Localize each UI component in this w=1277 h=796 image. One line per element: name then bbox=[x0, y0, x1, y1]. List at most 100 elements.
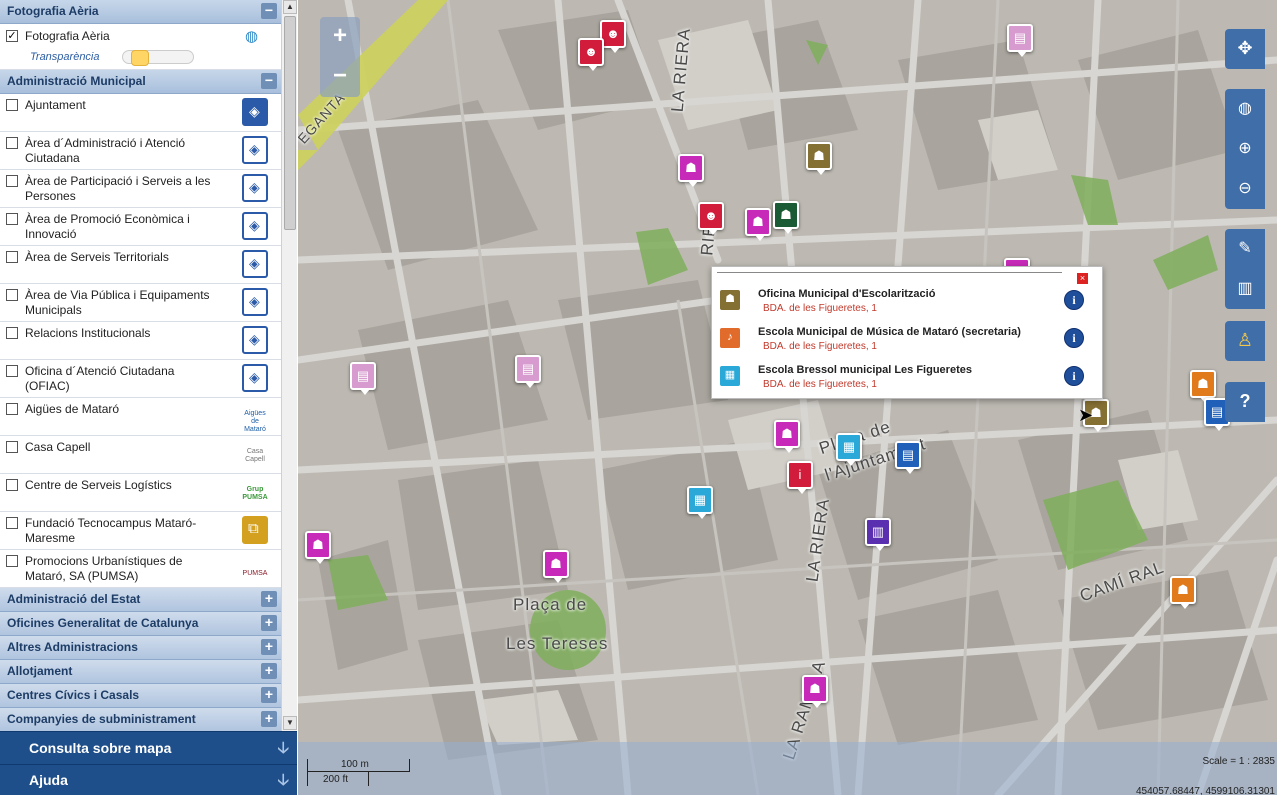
group-title: Oficines Generalitat de Catalunya bbox=[7, 616, 199, 630]
marker-school-icon[interactable]: ☗ bbox=[806, 142, 832, 175]
zoom-in-button[interactable]: + bbox=[320, 17, 360, 57]
shield-icon bbox=[242, 212, 268, 240]
navigation-toolbar: ◍ ⊕ ⊖ bbox=[1225, 89, 1265, 209]
expand-toggle[interactable]: + bbox=[261, 663, 277, 679]
layer-label: Àrea d´Administració i Atenció Ciutadana bbox=[25, 136, 186, 165]
expand-toggle[interactable]: + bbox=[261, 711, 277, 727]
layer-row-area-via-publica: Àrea de Via Pública i Equipaments Munici… bbox=[0, 284, 281, 322]
draw-toolbar: ✎ ▥ bbox=[1225, 229, 1265, 309]
place-label-placa-tereses: Plaça de bbox=[513, 595, 588, 614]
slider-handle[interactable] bbox=[130, 50, 149, 66]
group-header-allotjament[interactable]: Allotjament + bbox=[0, 660, 281, 684]
group-header-administracio-estat[interactable]: Administració del Estat + bbox=[0, 588, 281, 612]
group-header-altres-administracions[interactable]: Altres Administracions + bbox=[0, 636, 281, 660]
map-layers-icon[interactable]: ▥ bbox=[1225, 269, 1265, 309]
layer-checkbox[interactable] bbox=[6, 99, 18, 111]
pencil-icon[interactable]: ✎ bbox=[1225, 229, 1265, 269]
layer-label: Oficina d´Atenció Ciutadana (OFIAC) bbox=[25, 364, 175, 393]
layer-row-pumsa: Promocions Urbanístiques de Mataró, SA (… bbox=[0, 550, 281, 588]
group-header-administracio-municipal[interactable]: Administració Municipal − bbox=[0, 70, 281, 94]
group-header-centres-civics[interactable]: Centres Cívics i Casals + bbox=[0, 684, 281, 708]
layer-row-area-participacio: Àrea de Participació i Serveis a les Per… bbox=[0, 170, 281, 208]
place-label-placa-tereses: Les Tereses bbox=[506, 634, 609, 653]
layer-checkbox[interactable] bbox=[6, 365, 18, 377]
group-title: Altres Administracions bbox=[7, 640, 138, 654]
expand-toggle[interactable]: + bbox=[261, 615, 277, 631]
shield-icon bbox=[242, 250, 268, 278]
nursery-icon: ▦ bbox=[720, 366, 740, 386]
expand-toggle[interactable]: + bbox=[261, 639, 277, 655]
layer-checkbox[interactable] bbox=[6, 441, 18, 453]
marker-school-icon[interactable]: ☗ bbox=[305, 531, 331, 564]
marker-document-icon[interactable]: ▤ bbox=[895, 441, 921, 474]
group-header-oficines-generalitat[interactable]: Oficines Generalitat de Catalunya + bbox=[0, 612, 281, 636]
group-header-companyies-subministrament[interactable]: Companyies de subministrament + bbox=[0, 708, 281, 731]
expand-toggle[interactable]: + bbox=[261, 591, 277, 607]
layer-checkbox[interactable] bbox=[6, 403, 18, 415]
zoom-in-icon[interactable]: ⊕ bbox=[1225, 129, 1265, 169]
expand-toggle[interactable]: + bbox=[261, 687, 277, 703]
marker-nursery-icon[interactable]: ▦ bbox=[836, 433, 862, 466]
group-title: Administració Municipal bbox=[7, 74, 146, 88]
help-icon[interactable]: ? bbox=[1225, 382, 1265, 422]
accordion-consulta-sobre-mapa[interactable]: Consulta sobre mapa 🡣 bbox=[0, 731, 297, 764]
marker-school-icon[interactable]: ☗ bbox=[1190, 370, 1216, 403]
marker-office-icon[interactable]: ▤ bbox=[1007, 24, 1033, 57]
group-header-fotografia-aeria[interactable]: Fotografia Aèria − bbox=[0, 0, 281, 24]
collapse-toggle[interactable]: − bbox=[261, 73, 277, 89]
layer-checkbox[interactable] bbox=[6, 289, 18, 301]
map-view[interactable]: LA RIERA LA RIERA LA RAMBLA CAMÍ RAL Pla… bbox=[298, 0, 1277, 795]
popup-item[interactable]: ☗ Oficina Municipal d'Escolarització BDA… bbox=[718, 282, 1098, 320]
pan-icon[interactable]: ✥ bbox=[1225, 29, 1265, 69]
popup-item-title: Oficina Municipal d'Escolarització bbox=[758, 288, 936, 300]
shield-icon bbox=[242, 364, 268, 392]
info-icon[interactable]: i bbox=[1064, 290, 1084, 310]
scroll-down-button[interactable]: ▼ bbox=[283, 716, 297, 730]
transparency-slider[interactable] bbox=[122, 50, 194, 66]
marker-school-icon[interactable]: ☗ bbox=[802, 675, 828, 708]
layer-checkbox[interactable] bbox=[6, 327, 18, 339]
marker-school-icon[interactable]: ☗ bbox=[745, 208, 771, 241]
layer-checkbox[interactable] bbox=[6, 175, 18, 187]
marker-school-icon[interactable]: ☗ bbox=[1170, 576, 1196, 609]
marker-school-icon[interactable]: ☗ bbox=[543, 550, 569, 583]
layer-checkbox[interactable] bbox=[6, 251, 18, 263]
layer-checkbox[interactable] bbox=[6, 137, 18, 149]
layer-checkbox[interactable] bbox=[6, 555, 18, 567]
marker-info-icon[interactable]: i bbox=[787, 461, 813, 494]
collapse-toggle[interactable]: − bbox=[261, 3, 277, 19]
layer-row-tecnocampus: Fundació Tecnocampus Mataró-Maresme bbox=[0, 512, 281, 550]
sidebar-scrollbar[interactable]: ▲ ▼ bbox=[281, 0, 297, 731]
layer-label: Relacions Institucionals bbox=[25, 326, 151, 340]
marker-school-icon[interactable]: ☗ bbox=[774, 420, 800, 453]
zoom-out-button[interactable]: − bbox=[320, 57, 360, 97]
layer-checkbox[interactable] bbox=[6, 213, 18, 225]
layer-checkbox[interactable] bbox=[6, 479, 18, 491]
arrow-down-icon: 🡣 bbox=[277, 740, 290, 757]
marker-bus-icon[interactable]: ▥ bbox=[865, 518, 891, 551]
group-title: Companyies de subministrament bbox=[7, 712, 196, 726]
marker-theatre-icon[interactable]: ☻ bbox=[578, 38, 604, 71]
popup-item[interactable]: ▦ Escola Bressol municipal Les Figuerete… bbox=[718, 358, 1098, 396]
scroll-up-button[interactable]: ▲ bbox=[283, 0, 297, 14]
popup-item[interactable]: ♪ Escola Municipal de Música de Mataró (… bbox=[718, 320, 1098, 358]
marker-theatre-icon[interactable]: ☻ bbox=[698, 202, 724, 235]
marker-office-icon[interactable]: ▤ bbox=[515, 355, 541, 388]
globe-icon[interactable]: ◍ bbox=[1225, 89, 1265, 129]
zoom-out-icon[interactable]: ⊖ bbox=[1225, 169, 1265, 209]
info-icon[interactable]: i bbox=[1064, 366, 1084, 386]
marker-school-icon[interactable]: ☗ bbox=[773, 201, 799, 234]
marker-school-icon[interactable]: ☗ bbox=[678, 154, 704, 187]
marker-nursery-icon[interactable]: ▦ bbox=[687, 486, 713, 519]
layer-row-ofiac: Oficina d´Atenció Ciutadana (OFIAC) bbox=[0, 360, 281, 398]
marker-office-icon[interactable]: ▤ bbox=[350, 362, 376, 395]
info-icon[interactable]: i bbox=[1064, 328, 1084, 348]
layer-checkbox[interactable] bbox=[6, 517, 18, 529]
layer-checkbox[interactable]: ✓ bbox=[6, 30, 18, 42]
scroll-thumb[interactable] bbox=[284, 16, 296, 230]
layer-label: Àrea de Promoció Econòmica i Innovació bbox=[25, 212, 190, 241]
globe-icon: ◍ bbox=[245, 28, 259, 45]
accordion-ajuda[interactable]: Ajuda 🡣 bbox=[0, 764, 297, 795]
aigues-logo-icon: Aigües de Mataró bbox=[242, 402, 268, 433]
street-view-icon[interactable]: ♙ bbox=[1225, 321, 1265, 361]
